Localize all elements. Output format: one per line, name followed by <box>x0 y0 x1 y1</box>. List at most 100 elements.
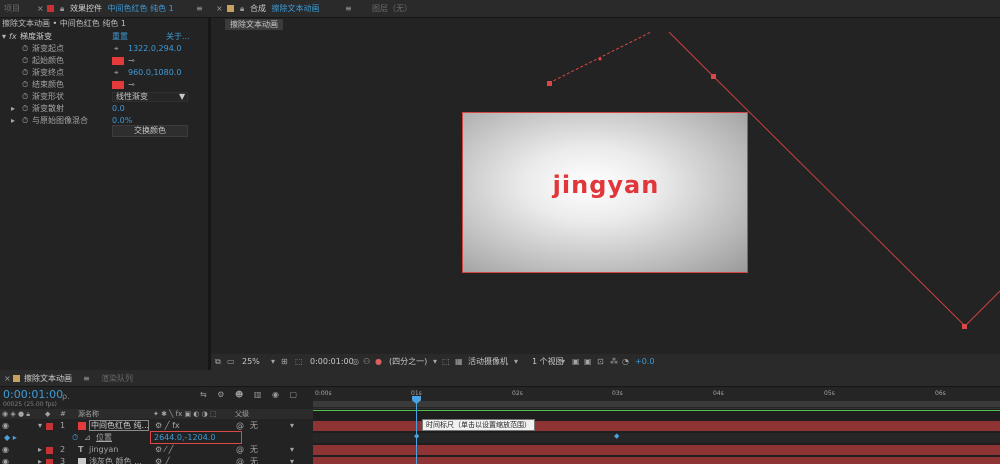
position-value[interactable]: 2644.0,-1204.0 <box>150 431 242 444</box>
swap-colors-button[interactable]: 交换颜色 <box>112 125 188 137</box>
keyframe-nav-icon[interactable]: ◆ ▸ <box>4 432 17 444</box>
end-color-swatch[interactable] <box>112 81 124 89</box>
header-parent[interactable]: 父级 <box>235 409 249 419</box>
timeline-timecode[interactable]: 0:00:01:00 <box>3 388 63 401</box>
timeline-search-input[interactable]: ρ. <box>62 392 86 402</box>
layer-label-color[interactable] <box>46 447 53 454</box>
chevron-down-icon[interactable]: ▾ <box>271 354 275 370</box>
stopwatch-icon[interactable]: ⏱︎ <box>22 55 28 67</box>
close-icon[interactable]: × <box>4 370 11 387</box>
layer-parent[interactable]: 无 <box>250 456 258 464</box>
header-source-name[interactable]: 源名称 <box>78 409 99 419</box>
timeline-icon[interactable]: ⊡ <box>597 354 604 370</box>
panel-menu-icon[interactable]: ≡ <box>345 0 352 18</box>
expand-arrow-icon[interactable]: ▸ <box>11 115 15 127</box>
tab-render-queue[interactable]: 渲染队列 <box>101 370 133 387</box>
stopwatch-icon[interactable]: ⏱︎ <box>22 67 28 79</box>
chevron-down-icon[interactable]: ▾ <box>561 354 565 370</box>
expand-arrow-icon[interactable]: ▸ <box>38 456 42 464</box>
eyedropper-icon[interactable]: ⊸ <box>128 79 135 91</box>
always-preview-icon[interactable]: ⧉ <box>215 354 221 370</box>
panel-menu-icon[interactable]: ≡ <box>196 0 203 18</box>
eye-icon[interactable]: ◉ <box>2 420 9 432</box>
panel-menu-icon[interactable]: ≡ <box>83 370 90 387</box>
stopwatch-icon[interactable]: ⏱︎ <box>22 115 28 127</box>
layer-row[interactable]: ◉ ▸ 3 浅灰色 颜色 ... ⚙ ╱ @ 无 ▾ <box>0 456 313 464</box>
draft-3d-icon[interactable]: ⚙ <box>217 390 224 399</box>
eyedropper-icon[interactable]: ⊸ <box>128 55 135 67</box>
layer-parent[interactable]: 无 <box>250 420 258 432</box>
stopwatch-icon[interactable]: ⏱︎ <box>22 91 28 103</box>
tab-layer[interactable]: 图层（无） <box>372 0 412 18</box>
ramp-shape-dropdown[interactable]: 线性渐变 ▼ <box>112 92 188 102</box>
keyframe-icon[interactable]: ◆ <box>614 432 619 440</box>
lock-icon[interactable]: 🔒︎ <box>60 0 64 18</box>
resolution-dropdown[interactable]: (四分之一) <box>389 354 427 370</box>
transparency-grid-icon[interactable]: ▦ <box>455 354 463 370</box>
current-time-indicator[interactable] <box>416 400 417 464</box>
lock-icon[interactable]: 🔒︎ <box>240 0 244 18</box>
mask-icon[interactable]: ⬚ <box>295 354 303 370</box>
chevron-down-icon[interactable]: ▾ <box>433 354 437 370</box>
stopwatch-icon[interactable]: ⏱︎ <box>22 103 28 115</box>
layer-switches[interactable]: ⚙ ╱ <box>155 456 170 464</box>
layer-name[interactable]: jingyan <box>89 444 118 456</box>
zoom-value[interactable]: 25% <box>242 354 260 370</box>
comp-timecode[interactable]: 0:00:01:00 <box>310 354 354 370</box>
layer-label-color[interactable] <box>46 423 53 430</box>
expand-arrow-icon[interactable]: ▸ <box>38 444 42 456</box>
camera-snapshot-icon[interactable]: ◎ <box>352 354 359 370</box>
chevron-down-icon[interactable]: ▾ <box>290 456 294 464</box>
fast-preview-icon[interactable]: ▣ <box>584 354 592 370</box>
ramp-scatter-value[interactable]: 0.0 <box>112 103 125 115</box>
tab-timeline-comp[interactable]: 擦除文本动画 <box>24 370 72 387</box>
end-point-value[interactable]: 960.0,1080.0 <box>128 67 181 79</box>
stopwatch-icon[interactable]: ⏱︎ <box>72 432 78 444</box>
chevron-down-icon[interactable]: ▾ <box>514 354 518 370</box>
about-link[interactable]: 关于... <box>166 31 190 43</box>
frame-blend-icon[interactable]: ▥ <box>254 390 262 399</box>
show-snapshot-icon[interactable]: ⚇ <box>363 354 370 370</box>
close-icon[interactable]: × <box>216 0 223 18</box>
layer-label-color[interactable] <box>46 459 53 464</box>
comp-mini-flowchart-icon[interactable]: ⇆ <box>200 390 207 399</box>
fx-icon[interactable]: fx <box>9 31 17 43</box>
grid-icon[interactable]: ⊞ <box>281 354 288 370</box>
crosshair-icon[interactable]: ⌖ <box>114 43 119 55</box>
tab-composition[interactable]: 合成 擦除文本动画 <box>250 0 320 18</box>
parent-pick-whip-icon[interactable]: @ <box>236 456 244 464</box>
tab-project[interactable]: 项目 <box>4 0 20 18</box>
toggle-pixel-icon[interactable]: ▣ <box>572 354 580 370</box>
stopwatch-icon[interactable]: ⏱︎ <box>22 79 28 91</box>
layer-name[interactable]: 浅灰色 颜色 ... <box>89 456 142 464</box>
motion-blur-icon[interactable]: ◉ <box>272 390 279 399</box>
exposure-icon[interactable]: ◔ <box>622 354 629 370</box>
start-point-value[interactable]: 1322.0,294.0 <box>128 43 181 55</box>
layer-parent[interactable]: 无 <box>250 444 258 456</box>
layer-switches[interactable]: ⚙ ⁄ ╱ <box>155 444 173 456</box>
eye-icon[interactable]: ◉ <box>2 456 9 464</box>
eye-icon[interactable]: ◉ <box>2 444 9 456</box>
views-dropdown[interactable]: 1 个视图 <box>532 354 564 370</box>
tab-effect-controls[interactable]: 效果控件 中间色红色 纯色 1 <box>70 0 174 18</box>
reset-link[interactable]: 重置 <box>112 31 128 43</box>
stopwatch-icon[interactable]: ⏱︎ <box>22 43 28 55</box>
expand-arrow-icon[interactable]: ▾ <box>2 31 6 43</box>
expand-arrow-icon[interactable]: ▸ <box>11 103 15 115</box>
camera-dropdown[interactable]: 活动摄像机 <box>468 354 508 370</box>
shy-icon[interactable]: ☻ <box>235 390 243 399</box>
expand-arrow-icon[interactable]: ▾ <box>38 420 42 432</box>
layer-row[interactable]: ◉ ▸ 2 T jingyan ⚙ ⁄ ╱ @ 无 ▾ <box>0 444 313 456</box>
graph-editor-icon[interactable]: ▢ <box>290 390 298 399</box>
color-channel-icon[interactable]: ● <box>375 354 382 370</box>
crosshair-icon[interactable]: ⌖ <box>114 67 119 79</box>
graph-icon[interactable]: ⊿ <box>84 432 91 444</box>
flowchart-icon[interactable]: ⁂ <box>610 354 618 370</box>
region-of-interest-icon[interactable]: ⬚ <box>442 354 450 370</box>
monitor-icon[interactable]: ▭ <box>227 354 235 370</box>
exposure-value[interactable]: +0.0 <box>635 354 654 370</box>
start-color-swatch[interactable] <box>112 57 124 65</box>
parent-pick-whip-icon[interactable]: @ <box>236 444 244 456</box>
chevron-down-icon[interactable]: ▾ <box>290 444 294 456</box>
close-icon[interactable]: × <box>37 0 44 18</box>
